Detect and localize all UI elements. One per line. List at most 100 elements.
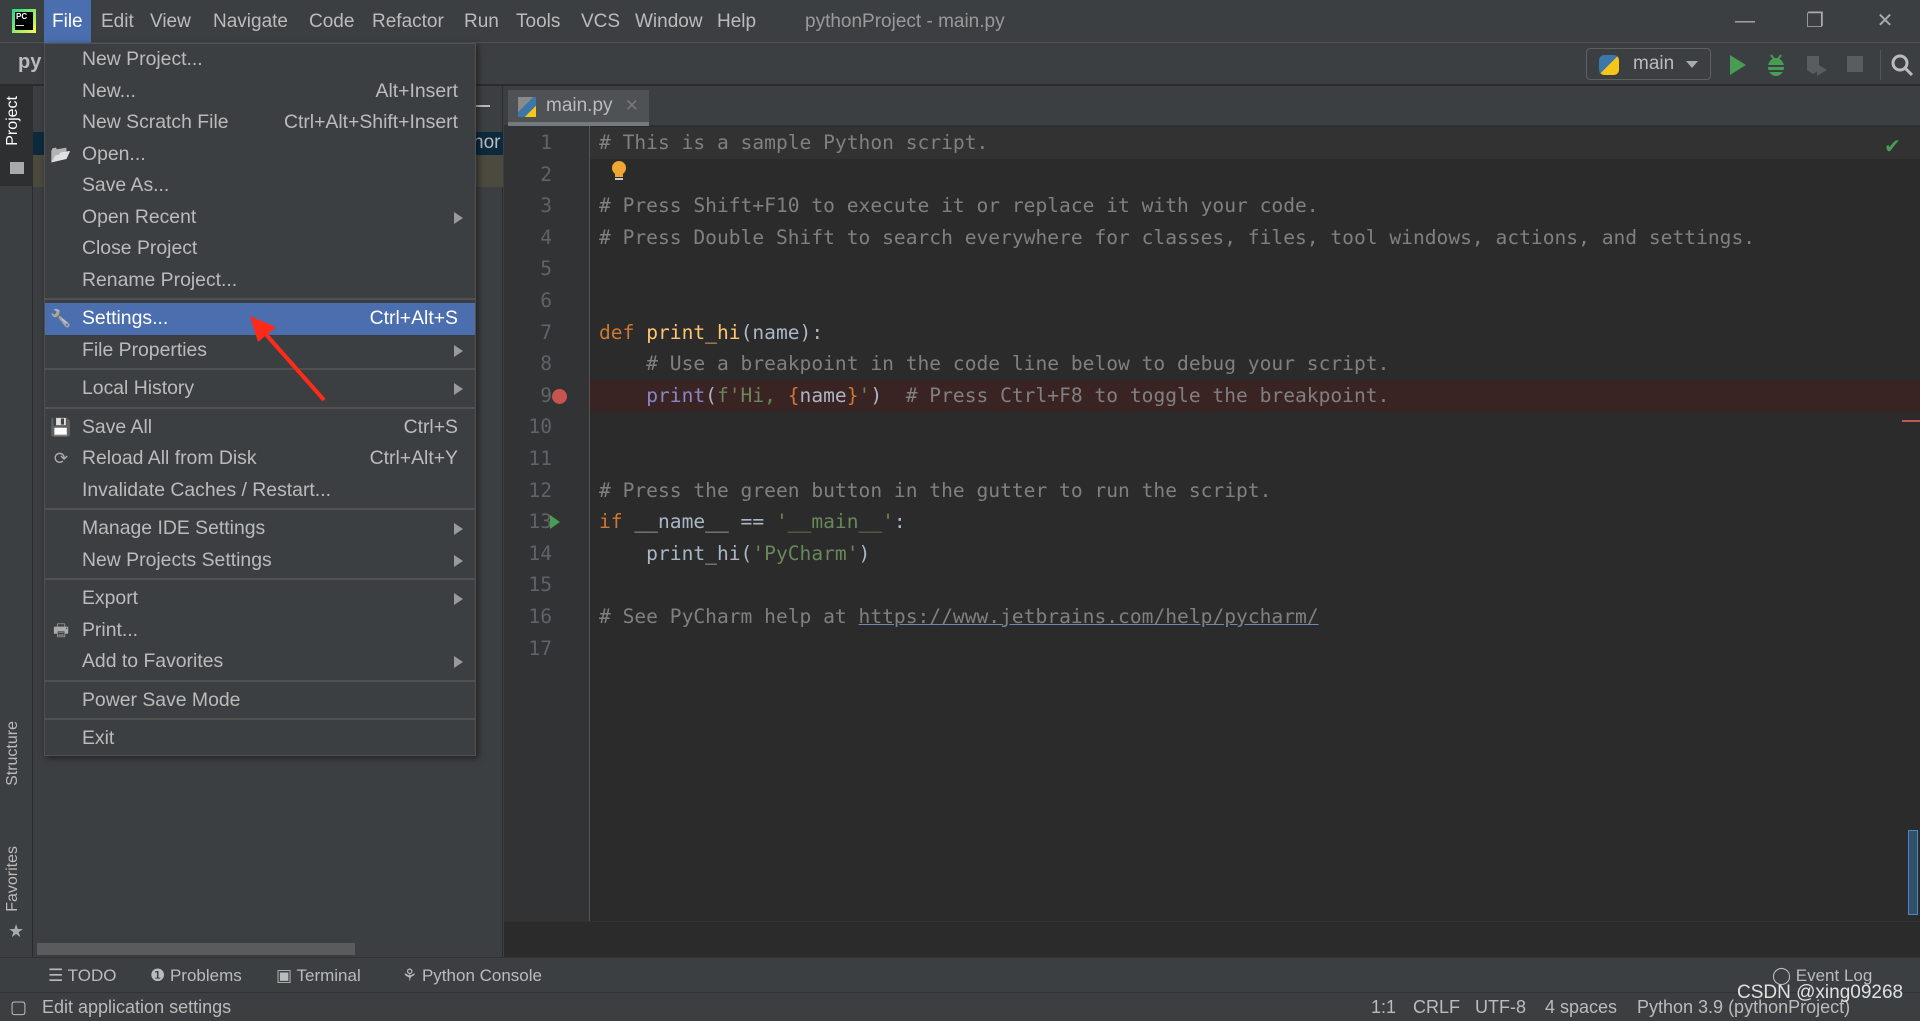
python-file-icon — [518, 97, 536, 117]
tool-terminal[interactable]: ▣ Terminal — [276, 958, 361, 993]
error-stripe-marker[interactable] — [1902, 420, 1920, 422]
caret-position[interactable]: 1:1 — [1371, 993, 1396, 1021]
menu-refactor[interactable]: Refactor — [364, 0, 452, 43]
tab-favorites[interactable]: Favorites — [4, 846, 22, 912]
menu-view[interactable]: View — [142, 0, 199, 43]
tab-main-py[interactable]: main.py ✕ — [508, 90, 649, 126]
menu-item-print[interactable]: 🖶 Print... — [45, 615, 475, 647]
lightbulb-icon[interactable] — [610, 160, 628, 184]
menu-window[interactable]: Window — [627, 0, 711, 43]
code-line[interactable]: 4 # Press Double Shift to search everywhe… — [504, 222, 1920, 254]
tool-todo[interactable]: ☰ TODO — [48, 958, 116, 993]
inspection-ok-icon[interactable]: ✔ — [1884, 134, 1901, 159]
menu-run[interactable]: Run — [456, 0, 507, 43]
menu-item-save-all[interactable]: 💾 Save All Ctrl+S — [45, 412, 475, 444]
menu-help[interactable]: Help — [709, 0, 764, 43]
scroll-map[interactable] — [1908, 830, 1918, 915]
title-bar: PC — File Edit View Navigate Code Refactor Run T… — [0, 0, 1920, 43]
play-icon[interactable] — [1728, 54, 1748, 76]
menu-item-open[interactable]: 📂 Open... — [45, 139, 475, 171]
tab-project[interactable]: Project — [4, 96, 22, 146]
code-area[interactable]: 1 # This is a sample Python script. 2 3 # Pr… — [504, 127, 1920, 927]
menu-file[interactable]: File — [44, 0, 91, 43]
breakpoint-icon[interactable] — [552, 388, 567, 404]
code-line[interactable]: 13 if __name__ == '__main__': — [504, 506, 1920, 538]
menu-item-settings[interactable]: 🔧 Settings... Ctrl+Alt+S — [45, 303, 475, 335]
code-line[interactable]: 1 # This is a sample Python script. — [540, 127, 1920, 159]
code-line[interactable]: 10 — [504, 411, 1920, 443]
left-tool-strip: Project Structure Favorites ★ — [0, 86, 33, 957]
menu-item-exit[interactable]: Exit — [45, 723, 475, 755]
close-tab-icon[interactable]: ✕ — [625, 90, 639, 122]
menu-item-label: Power Save Mode — [82, 688, 241, 711]
run-config-dropdown[interactable]: main — [1586, 48, 1711, 80]
menu-item-power-save-mode[interactable]: Power Save Mode — [45, 685, 475, 717]
line-number: 6 — [540, 289, 552, 312]
menu-item-open-recent[interactable]: Open Recent — [45, 202, 475, 234]
menu-vcs[interactable]: VCS — [573, 0, 628, 43]
menu-item-label: New Projects Settings — [82, 548, 272, 571]
status-message: Edit application settings — [42, 997, 232, 1017]
menu-item-file-properties[interactable]: File Properties — [45, 335, 475, 367]
menu-item-reload-all-from-disk[interactable]: ⟳ Reload All from Disk Ctrl+Alt+Y — [45, 443, 475, 475]
menu-item-add-to-favorites[interactable]: Add to Favorites — [45, 646, 475, 678]
pycharm-logo: PC — — [12, 9, 36, 33]
line-number: 12 — [528, 478, 552, 502]
menu-item-new-projects-settings[interactable]: New Projects Settings — [45, 545, 475, 577]
code-line[interactable]: 8 # Use a breakpoint in the code line be… — [504, 348, 1920, 380]
menu-item-label: Add to Favorites — [82, 650, 224, 672]
menu-item-new-project[interactable]: New Project... — [45, 44, 475, 76]
menu-tools[interactable]: Tools — [508, 0, 568, 43]
menu-item-manage-ide-settings[interactable]: Manage IDE Settings — [45, 513, 475, 545]
project-name[interactable]: py — [18, 51, 41, 74]
menu-item-save-as[interactable]: Save As... — [45, 170, 475, 202]
tool-problems[interactable]: ❶ Problems — [150, 958, 242, 993]
menu-item-local-history[interactable]: Local History — [45, 373, 475, 405]
close-button[interactable]: ✕ — [1855, 0, 1915, 43]
bug-icon[interactable] — [1765, 53, 1787, 77]
restore-button[interactable]: ❐ — [1785, 0, 1845, 43]
code-line[interactable]: 9 print(f'Hi, {name}') # Press Ctrl+F8 t… — [540, 379, 1920, 412]
python-icon — [1599, 55, 1619, 75]
menu-item-new-scratch-file[interactable]: New Scratch File Ctrl+Alt+Shift+Insert — [45, 107, 475, 139]
menu-item-new[interactable]: New... Alt+Insert — [45, 76, 475, 108]
toggle-tool-windows-icon[interactable]: ▢ — [10, 993, 27, 1021]
minimize-button[interactable]: — — [1715, 0, 1775, 43]
code-line[interactable]: 6 — [504, 285, 1920, 317]
tab-structure[interactable]: Structure — [4, 721, 22, 786]
indent-setting[interactable]: 4 spaces — [1545, 993, 1617, 1021]
coverage-icon[interactable] — [1805, 54, 1829, 78]
code-line[interactable]: 2 — [504, 159, 1920, 191]
file-menu: New Project... New... Alt+Insert New Scratc… — [44, 43, 476, 756]
line-number: 5 — [540, 257, 552, 281]
hide-panel-icon[interactable] — [476, 105, 490, 107]
line-separator[interactable]: CRLF — [1413, 993, 1460, 1021]
code-token: f'Hi, — [716, 383, 788, 407]
line-number: 4 — [540, 225, 552, 249]
code-line[interactable]: 12 # Press the green button in the gutter… — [504, 475, 1920, 507]
run-gutter-icon[interactable] — [550, 515, 560, 530]
menu-item-close-project[interactable]: Close Project — [45, 233, 475, 265]
code-token: # Press Double Shift to search everywher… — [599, 225, 1756, 249]
code-token: print_hi — [646, 320, 741, 344]
menu-navigate[interactable]: Navigate — [205, 0, 296, 43]
menu-item-invalidate-caches-restart[interactable]: Invalidate Caches / Restart... — [45, 475, 475, 507]
code-line[interactable]: 5 — [504, 253, 1920, 285]
menu-code[interactable]: Code — [301, 0, 362, 43]
code-line[interactable]: 11 — [504, 443, 1920, 475]
horizontal-scrollbar[interactable] — [37, 943, 355, 955]
code-line[interactable]: 16 # See PyCharm help at https://www.jetb… — [504, 601, 1920, 633]
menu-item-export[interactable]: Export — [45, 583, 475, 615]
search-icon[interactable] — [1890, 53, 1914, 77]
code-line[interactable]: 3 # Press Shift+F10 to execute it or repl… — [504, 190, 1920, 222]
code-line[interactable]: 7 def print_hi(name): — [504, 317, 1920, 349]
menu-item-rename-project[interactable]: Rename Project... — [45, 265, 475, 297]
stop-icon[interactable] — [1847, 56, 1863, 72]
menu-edit[interactable]: Edit — [93, 0, 142, 43]
tool-python-console[interactable]: ⚘ Python Console — [402, 958, 542, 993]
code-line[interactable]: 14 print_hi('PyCharm') — [504, 538, 1920, 570]
file-encoding[interactable]: UTF-8 — [1475, 993, 1526, 1021]
code-line[interactable]: 15 — [504, 569, 1920, 601]
code-line[interactable]: 17 — [504, 633, 1920, 665]
menu-item-label: Settings... — [82, 307, 169, 329]
